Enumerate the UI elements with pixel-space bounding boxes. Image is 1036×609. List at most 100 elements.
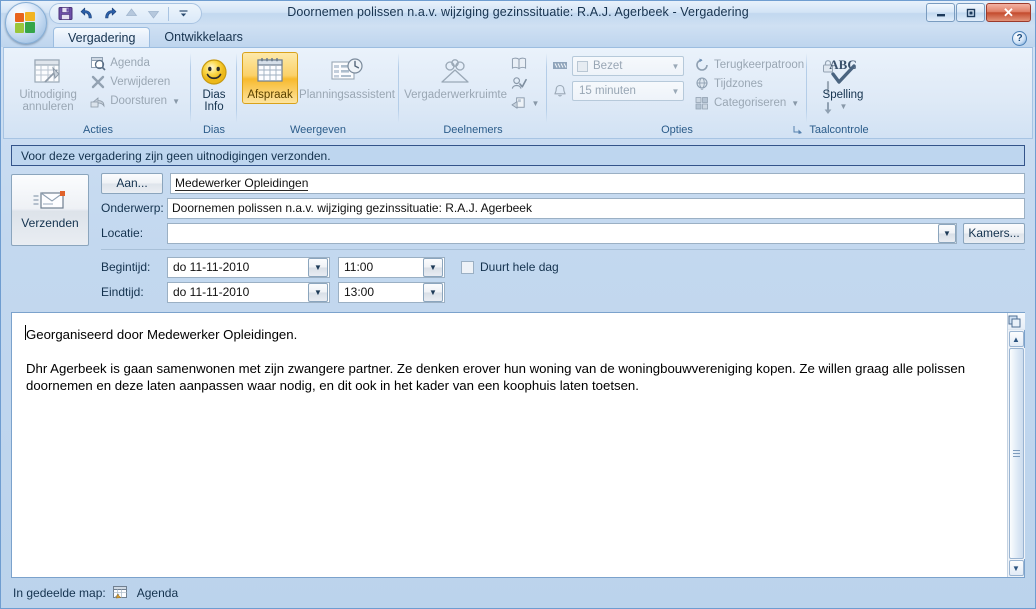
start-time-dropdown-arrow[interactable]: ▼	[423, 257, 443, 277]
send-button[interactable]: Verzenden	[11, 174, 89, 246]
minimize-button[interactable]	[926, 3, 955, 22]
scrollbar-thumb[interactable]	[1008, 348, 1024, 559]
dias-info-label-1: Dias	[202, 89, 226, 101]
delete-label: Verwijderen	[110, 76, 171, 88]
subject-input[interactable]: Doornemen polissen n.a.v. wijziging gezi…	[167, 197, 1025, 219]
to-value: Medewerker Opleidingen	[175, 175, 309, 191]
delete-button[interactable]: Verwijderen	[86, 73, 186, 91]
qat-separator	[168, 6, 169, 21]
help-icon[interactable]: ?	[1012, 31, 1027, 46]
window-controls: ✕	[926, 3, 1031, 22]
start-date-combo[interactable]: do 11-11-2010 ▼	[167, 256, 330, 278]
body-scrollbar[interactable]: ▲ ▼	[1007, 313, 1025, 577]
location-dropdown-arrow[interactable]: ▼	[938, 223, 956, 243]
rooms-button[interactable]: Kamers...	[963, 222, 1025, 244]
to-input[interactable]: Medewerker Opleidingen	[170, 172, 1025, 194]
start-time-combo[interactable]: 11:00 ▼	[338, 256, 445, 278]
forward-label: Doorsturen	[110, 95, 168, 107]
appointment-label: Afspraak	[247, 89, 293, 101]
previous-item-icon[interactable]	[122, 4, 141, 23]
scrollbar-track[interactable]	[1007, 348, 1025, 559]
close-button[interactable]: ✕	[986, 3, 1031, 22]
appointment-button[interactable]: Afspraak	[242, 52, 298, 104]
body-editor[interactable]: Georganiseerd door Medewerker Opleidinge…	[12, 313, 1007, 577]
meeting-workspace-icon	[436, 56, 476, 88]
check-names-button[interactable]	[508, 74, 543, 92]
show-as-value: Bezet	[593, 60, 623, 72]
group-label-weergeven: Weergeven	[289, 124, 347, 136]
reminder-value: 15 minuten	[579, 85, 636, 97]
start-date-dropdown-arrow[interactable]: ▼	[308, 257, 328, 277]
next-item-icon[interactable]	[144, 4, 163, 23]
tab-ontwikkelaars[interactable]: Ontwikkelaars	[150, 27, 257, 47]
tab-vergadering[interactable]: Vergadering	[53, 27, 151, 47]
address-book-icon	[511, 55, 527, 71]
chevron-down-icon: ▼	[671, 86, 680, 96]
end-date-combo[interactable]: do 11-11-2010 ▼	[167, 281, 330, 303]
categorize-button[interactable]: Categoriseren ▼	[690, 94, 810, 112]
ribbon-group-weergeven: Afspraak Planningsassistent Weergeven	[236, 50, 399, 137]
show-as-combo[interactable]: Bezet ▼	[572, 56, 684, 76]
save-icon[interactable]	[56, 4, 75, 23]
scroll-down-button[interactable]: ▼	[1008, 560, 1024, 576]
subject-value: Doornemen polissen n.a.v. wijziging gezi…	[172, 200, 532, 215]
meeting-workspace-button[interactable]: Vergaderwerkruimte	[404, 52, 508, 104]
chevron-down-icon: ▼	[791, 98, 800, 108]
time-zones-button[interactable]: Tijdzones	[690, 75, 810, 93]
acties-small-buttons: Agenda Verwijderen Doorsturen ▼	[86, 52, 186, 110]
spelling-label: Spelling	[822, 89, 864, 101]
undo-icon[interactable]	[78, 4, 97, 23]
chevron-down-icon: ▼	[172, 96, 180, 106]
response-options-icon	[511, 95, 527, 111]
customize-qat-icon[interactable]	[174, 4, 193, 23]
scheduling-assistant-button[interactable]: Planningsassistent	[299, 52, 395, 104]
delete-icon	[90, 74, 106, 90]
recurrence-label: Terugkeerpatroon	[714, 59, 805, 71]
location-input[interactable]: ▼	[167, 222, 957, 244]
scroll-up-button[interactable]: ▲	[1008, 331, 1024, 347]
attachment-notes-icon[interactable]	[1008, 315, 1022, 329]
end-time-value: 13:00	[344, 284, 375, 299]
scrollbar-grip-icon	[1012, 448, 1020, 459]
subject-label: Onderwerp:	[101, 201, 164, 215]
smiley-icon	[199, 56, 229, 88]
body-paragraph-1: Georganiseerd door Medewerker Opleidinge…	[26, 327, 298, 342]
calendar-label: Agenda	[110, 57, 150, 69]
reminder-combo[interactable]: 15 minuten ▼	[572, 81, 684, 101]
end-date-dropdown-arrow[interactable]: ▼	[308, 282, 328, 302]
check-names-icon	[511, 75, 527, 91]
start-time-value: 11:00	[344, 259, 374, 274]
cancel-invitation-button[interactable]: Uitnodiging annuleren	[10, 52, 86, 116]
end-row: Eindtijd: do 11-11-2010 ▼ 13:00 ▼	[101, 281, 1025, 303]
body-paragraph-2: Dhr Agerbeek is gaan samenwonen met zijn…	[26, 361, 966, 393]
all-day-checkbox[interactable]: Duurt hele dag	[461, 260, 559, 274]
calendar-button[interactable]: Agenda	[86, 54, 186, 72]
group-label-opties: Opties	[661, 124, 693, 136]
shared-calendar-icon	[112, 585, 129, 600]
ribbon-tab-row: Vergadering Ontwikkelaars ?	[1, 26, 1035, 47]
body-container: Georganiseerd door Medewerker Opleidinge…	[11, 312, 1025, 578]
spelling-icon: ABC	[823, 56, 863, 88]
spelling-button[interactable]: ABC Spelling ▼	[812, 52, 874, 116]
redo-icon[interactable]	[100, 4, 119, 23]
dias-info-button[interactable]: Dias Info	[193, 52, 235, 116]
time-zones-icon	[694, 76, 710, 92]
opties-dialog-launcher[interactable]	[793, 125, 804, 136]
forward-button[interactable]: Doorsturen ▼	[86, 92, 186, 110]
ribbon: Uitnodiging annuleren Agenda Verwijderen…	[3, 47, 1033, 139]
recurrence-icon	[694, 57, 710, 73]
meeting-workspace-label: Vergaderwerkruimte	[404, 89, 507, 101]
restore-button[interactable]	[956, 3, 985, 22]
end-time-dropdown-arrow[interactable]: ▼	[423, 282, 443, 302]
all-day-checkbox-box[interactable]	[461, 260, 474, 274]
response-options-button[interactable]: ▼	[508, 94, 543, 112]
to-button[interactable]: Aan...	[101, 172, 163, 194]
show-as-icon	[552, 59, 568, 73]
location-row: Locatie: ▼ Kamers...	[101, 222, 1025, 244]
status-folder: Agenda	[136, 585, 179, 600]
end-time-combo[interactable]: 13:00 ▼	[338, 281, 445, 303]
recurrence-button[interactable]: Terugkeerpatroon	[690, 56, 810, 74]
opties-small-buttons: Terugkeerpatroon Tijdzones Categoriseren…	[690, 56, 810, 112]
office-button[interactable]	[5, 2, 47, 44]
address-book-button[interactable]	[508, 54, 543, 72]
